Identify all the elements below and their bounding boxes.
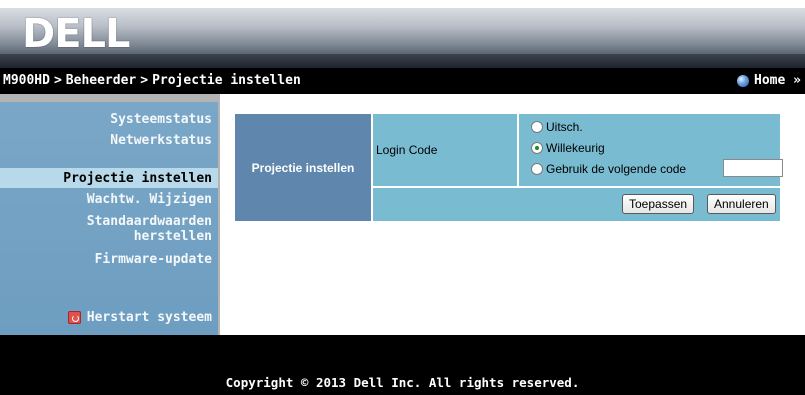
section-title: Projectie instellen: [235, 114, 371, 221]
sidebar-panel: Systeemstatus Netwerkstatus Projectie in…: [0, 102, 218, 335]
radio-custom-code[interactable]: [531, 163, 543, 175]
sidebar-item-standaardwaarden-herstellen[interactable]: Standaardwaarden herstellen: [12, 214, 212, 244]
form-actions: Toepassen Annuleren: [373, 188, 780, 221]
option-off[interactable]: Uitsch.: [531, 120, 583, 134]
option-random-label: Willekeurig: [546, 141, 605, 155]
cancel-button[interactable]: Annuleren: [707, 194, 776, 214]
custom-code-input[interactable]: [723, 159, 783, 177]
sidebar-item-wachtw-wijzigen[interactable]: Wachtw. Wijzigen: [87, 192, 212, 207]
restart-system-button[interactable]: Herstart systeem: [67, 310, 212, 325]
power-icon: [67, 311, 81, 324]
restart-label: Herstart systeem: [86, 310, 212, 325]
sidebar-item-netwerkstatus[interactable]: Netwerkstatus: [110, 133, 212, 148]
sidebar-item-firmware-update[interactable]: Firmware-update: [95, 252, 212, 267]
breadcrumb-admin: Beheerder: [65, 73, 137, 88]
option-custom-code-label: Gebruik de volgende code: [546, 162, 687, 176]
option-custom-code[interactable]: Gebruik de volgende code: [531, 162, 686, 176]
apply-button[interactable]: Toepassen: [622, 194, 695, 214]
breadcrumb-separator: >: [140, 73, 149, 88]
sidebar-item-projectie-instellen[interactable]: Projectie instellen: [63, 171, 212, 186]
sidebar: Systeemstatus Netwerkstatus Projectie in…: [0, 94, 220, 335]
globe-icon: [737, 74, 750, 87]
login-code-options: Uitsch. Willekeurig Gebruik de volgende …: [519, 114, 783, 186]
option-off-label: Uitsch.: [546, 120, 583, 134]
sidebar-item-systeemstatus[interactable]: Systeemstatus: [110, 112, 212, 127]
breadcrumb-device: M900HD: [3, 73, 50, 88]
radio-off[interactable]: [531, 121, 543, 133]
login-code-label: Login Code: [373, 114, 517, 186]
home-link[interactable]: Home »: [737, 73, 801, 88]
dell-logo: DELL: [22, 11, 131, 57]
breadcrumb-current: Projectie instellen: [152, 73, 301, 88]
radio-random[interactable]: [531, 142, 543, 154]
header-banner: DELL: [0, 0, 805, 68]
home-label: Home »: [754, 73, 801, 88]
footer: Copyright © 2013 Dell Inc. All rights re…: [0, 335, 805, 395]
option-random[interactable]: Willekeurig: [531, 141, 605, 155]
projection-settings-form: Projectie instellen Login Code Uitsch. W…: [235, 114, 783, 221]
breadcrumb: M900HD > Beheerder > Projectie instellen: [3, 73, 301, 88]
copyright-text: Copyright © 2013 Dell Inc. All rights re…: [225, 375, 580, 390]
breadcrumb-bar: M900HD > Beheerder > Projectie instellen Hom…: [0, 68, 805, 94]
breadcrumb-separator: >: [53, 73, 62, 88]
